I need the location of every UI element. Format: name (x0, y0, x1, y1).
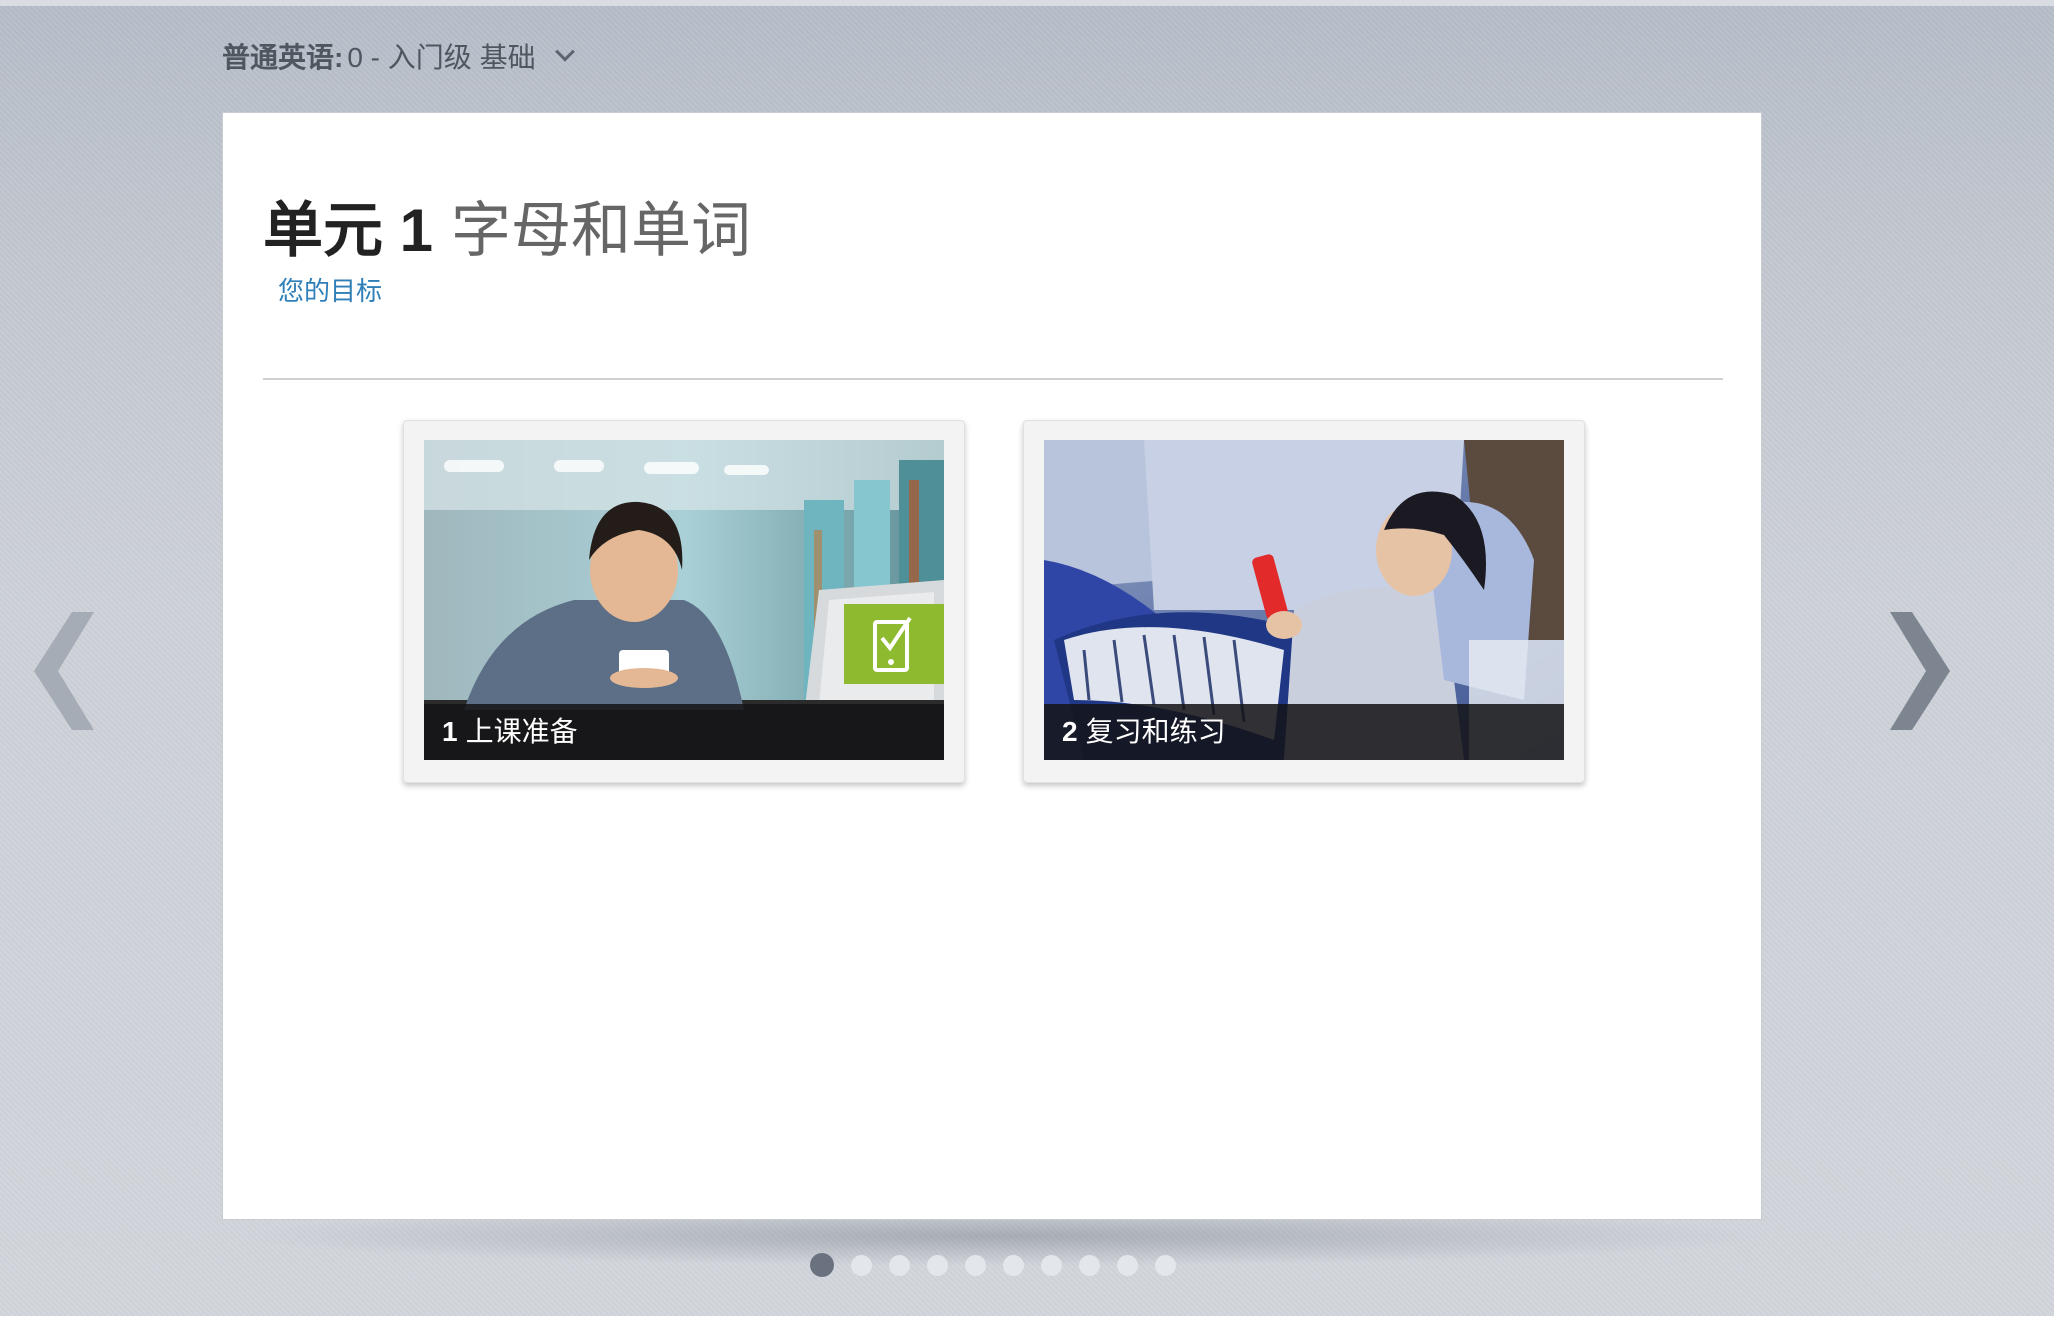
unit-card: 单元 1 字母和单词 您的目标 1 上课准备 2 复习和练习 (222, 112, 1762, 1220)
chevron-left-icon (34, 612, 94, 730)
bottom-border (0, 1316, 2054, 1324)
next-page-button[interactable] (1880, 606, 1960, 736)
lesson-card-2[interactable]: 2 复习和练习 (1023, 420, 1585, 783)
unit-name: 字母和单词 (451, 197, 752, 264)
lesson-2-number: 2 (1062, 716, 1078, 747)
lesson-1-image: 1 上课准备 (424, 440, 944, 760)
course-level: 0 - 入门级 基础 (347, 42, 536, 73)
carousel-stage: 普通英语: 0 - 入门级 基础 单元 1 字母和单词 您的目标 1 上课准备 … (0, 6, 2054, 1316)
page-dot-8[interactable] (1079, 1254, 1100, 1276)
unit-label: 单元 1 (263, 197, 434, 264)
divider (263, 378, 1723, 380)
course-name: 普通英语: (222, 42, 344, 73)
previous-page-button[interactable] (24, 606, 104, 736)
course-selector-dropdown[interactable]: 普通英语: 0 - 入门级 基础 (222, 34, 575, 78)
lesson-1-number: 1 (442, 716, 458, 747)
unit-title: 单元 1 字母和单词 (263, 191, 751, 271)
lesson-2-title: 复习和练习 (1085, 716, 1226, 747)
page-dot-7[interactable] (1041, 1254, 1062, 1276)
lesson-card-1[interactable]: 1 上课准备 (403, 420, 965, 783)
page-dot-6[interactable] (1003, 1254, 1024, 1276)
lesson-1-title: 上课准备 (465, 716, 578, 747)
lesson-2-caption: 2 复习和练习 (1044, 704, 1564, 760)
page-dot-4[interactable] (927, 1254, 948, 1276)
page-dot-1[interactable] (810, 1253, 834, 1277)
page-dot-3[interactable] (889, 1254, 910, 1276)
lesson-2-image: 2 复习和练习 (1044, 440, 1564, 760)
chevron-right-icon (1890, 612, 1950, 730)
page-dot-2[interactable] (851, 1254, 872, 1276)
your-goals-link[interactable]: 您的目标 (278, 271, 382, 308)
page-dot-9[interactable] (1117, 1254, 1138, 1276)
pagination-dots (810, 1253, 1176, 1277)
lesson-1-caption: 1 上课准备 (424, 704, 944, 760)
page-dot-5[interactable] (965, 1254, 986, 1276)
page-dot-10[interactable] (1155, 1254, 1176, 1276)
chevron-down-icon (554, 41, 575, 62)
